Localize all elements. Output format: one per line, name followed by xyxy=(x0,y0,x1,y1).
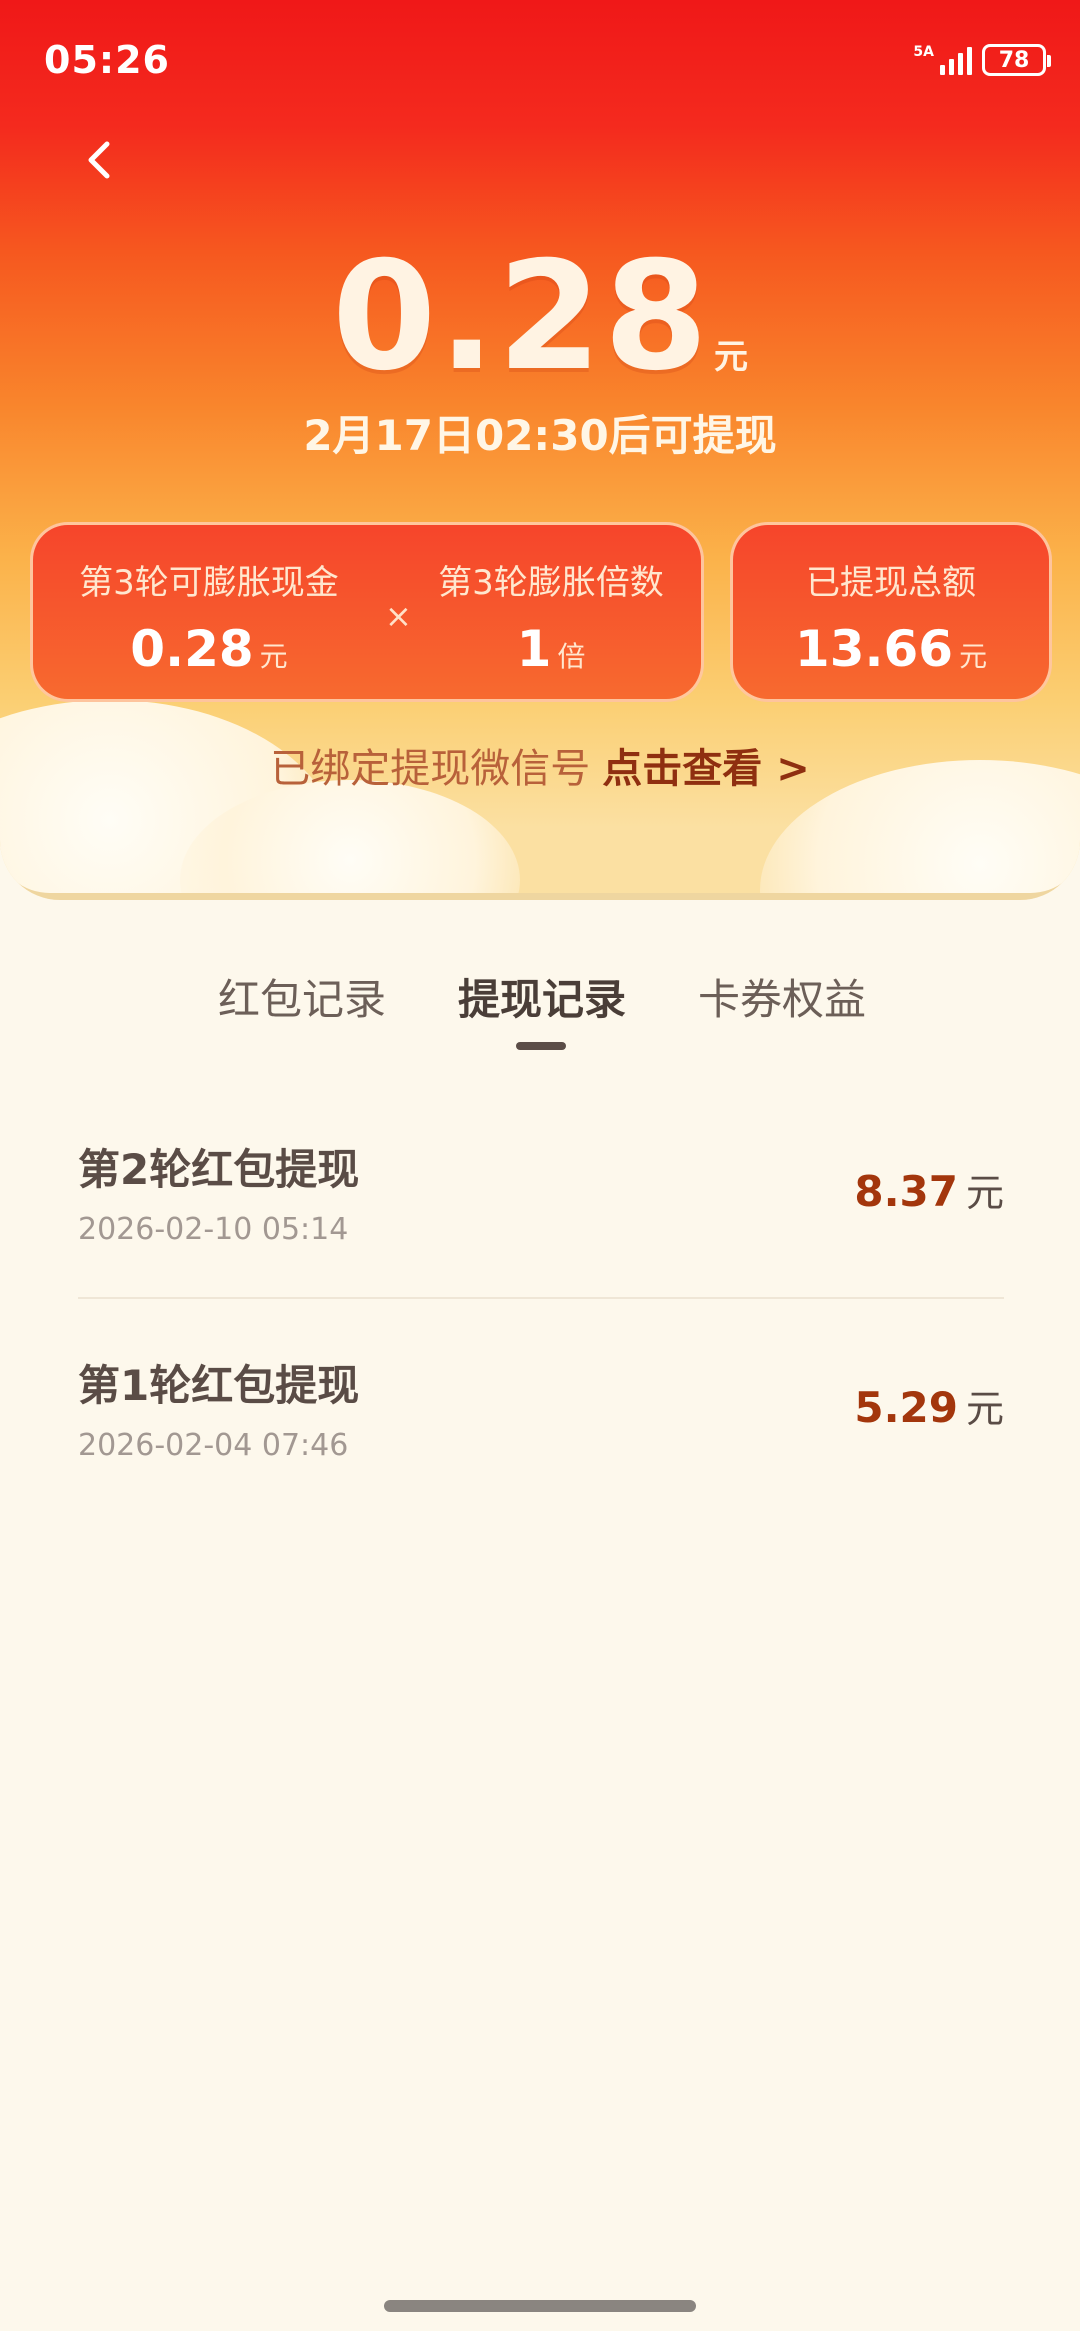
view-wechat-link[interactable]: 点击查看 > xyxy=(602,746,809,792)
status-time: 05:26 xyxy=(44,38,170,82)
signal-icon: 5A xyxy=(913,45,972,75)
list-item[interactable]: 第2轮红包提现 2026-02-10 05:14 8.37 元 xyxy=(78,1136,1004,1350)
multiplier-label: 第3轮膨胀倍数 xyxy=(438,563,664,603)
total-withdrawn-card: 已提现总额 13.66 元 xyxy=(730,522,1052,702)
record-date: 2026-02-04 07:46 xyxy=(78,1428,349,1463)
record-title: 第1轮红包提现 xyxy=(78,1361,360,1410)
status-icons: 5A 78 xyxy=(913,44,1051,76)
battery-level: 78 xyxy=(998,47,1030,73)
balance-unit: 元 xyxy=(714,337,749,377)
chevron-left-icon xyxy=(88,141,110,179)
home-indicator[interactable] xyxy=(384,2300,696,2312)
total-withdrawn-unit: 元 xyxy=(959,640,988,673)
record-amount: 8.37 元 xyxy=(854,1162,1004,1217)
round-cash-stat: 第3轮可膨胀现金 0.28 元 xyxy=(33,555,385,678)
record-amount-unit: 元 xyxy=(965,1171,1004,1215)
multiplier-unit: 倍 xyxy=(557,640,586,673)
balance-value: 0.28 xyxy=(331,230,711,404)
multiplier-value: 1 xyxy=(516,620,552,678)
total-withdrawn-value: 13.66 xyxy=(794,620,954,678)
record-tabs: 红包记录 提现记录 卡券权益 xyxy=(0,966,1080,1066)
header-rim xyxy=(0,850,1080,900)
tab-active-indicator xyxy=(516,1042,566,1050)
round-cash-unit: 元 xyxy=(259,640,288,673)
record-amount-value: 5.29 xyxy=(854,1383,958,1432)
record-title: 第2轮红包提现 xyxy=(78,1145,360,1194)
record-amount-value: 8.37 xyxy=(854,1167,958,1216)
divider xyxy=(78,1297,1004,1299)
round-stats-card: 第3轮可膨胀现金 0.28 元 × 第3轮膨胀倍数 1倍 xyxy=(30,522,704,702)
wechat-binding-text: 已绑定提现微信号 xyxy=(270,746,591,792)
record-amount-unit: 元 xyxy=(965,1387,1004,1431)
round-cash-label: 第3轮可膨胀现金 xyxy=(79,563,339,603)
record-date: 2026-02-10 05:14 xyxy=(78,1212,349,1247)
back-button[interactable] xyxy=(70,130,130,190)
tab-withdrawal-records[interactable]: 提现记录 xyxy=(422,966,662,1027)
tab-coupon-benefits[interactable]: 卡券权益 xyxy=(662,966,902,1027)
list-item[interactable]: 第1轮红包提现 2026-02-04 07:46 5.29 元 xyxy=(78,1352,1004,1566)
total-withdrawn-stat: 已提现总额 13.66 元 xyxy=(733,555,1049,678)
tab-red-packet-records[interactable]: 红包记录 xyxy=(182,966,422,1027)
withdraw-time-notice: 2月17日02:30后可提现 xyxy=(303,411,777,460)
wechat-binding-row[interactable]: 已绑定提现微信号 点击查看 > xyxy=(0,736,1080,794)
multiplier-stat: 第3轮膨胀倍数 1倍 xyxy=(401,555,701,678)
network-type: 5A xyxy=(913,44,934,60)
round-cash-value: 0.28 xyxy=(130,620,254,678)
total-withdrawn-label: 已提现总额 xyxy=(806,563,976,603)
balance-amount: 0.28 元 xyxy=(0,230,1080,404)
record-amount: 5.29 元 xyxy=(854,1378,1004,1433)
battery-icon: 78 xyxy=(982,44,1051,76)
